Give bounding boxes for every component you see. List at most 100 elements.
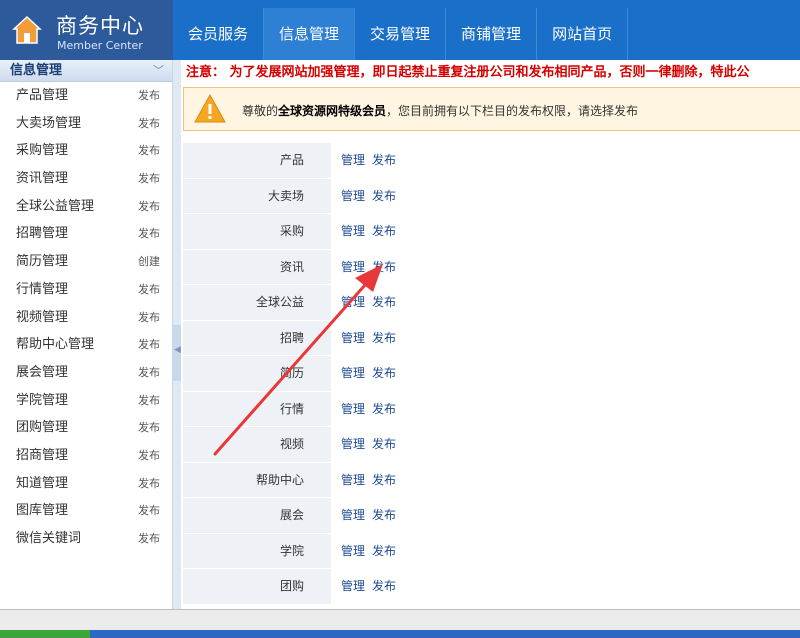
manage-link[interactable]: 管理 — [341, 224, 365, 238]
row-actions: 管理 发布 — [331, 320, 799, 355]
sidebar-item-label: 帮助中心管理 — [16, 337, 95, 353]
sidebar-item-action-link[interactable]: 发布 — [138, 82, 160, 110]
sidebar-item[interactable]: 大卖场管理 发布 — [0, 110, 172, 138]
publish-link[interactable]: 发布 — [372, 402, 396, 416]
chevron-left-icon: ◀ — [174, 345, 181, 355]
sidebar-item[interactable]: 图库管理 发布 — [0, 497, 172, 525]
category-label: 招聘 — [183, 320, 331, 355]
category-label: 全球公益 — [183, 285, 331, 320]
manage-link[interactable]: 管理 — [341, 366, 365, 380]
sidebar-item-action-link[interactable]: 发布 — [138, 359, 160, 387]
manage-link[interactable]: 管理 — [341, 579, 365, 593]
sidebar-item-action-link[interactable]: 发布 — [138, 442, 160, 470]
sidebar-item-action-link[interactable]: 发布 — [138, 110, 160, 138]
manage-link[interactable]: 管理 — [341, 544, 365, 558]
sidebar-item-label: 展会管理 — [16, 364, 69, 380]
manage-link[interactable]: 管理 — [341, 153, 365, 167]
publish-grid: 产品 管理 发布 大卖场 管理 发布 采购 管理 发布 资讯 管理 发布 全球公益 管理 发布 招聘 管理 发布简… — [183, 143, 799, 605]
sidebar-item-label: 微信关键词 — [16, 531, 82, 546]
sidebar-item[interactable]: 全球公益管理 发布 — [0, 193, 172, 221]
sidebar-item-action-link[interactable]: 发布 — [138, 525, 160, 553]
manage-link[interactable]: 管理 — [341, 437, 365, 451]
sidebar-item[interactable]: 资讯管理 发布 — [0, 165, 172, 193]
row-actions: 管理 发布 — [331, 214, 799, 249]
sidebar-item-action-link[interactable]: 发布 — [138, 387, 160, 415]
sidebar-item-label: 产品管理 — [16, 88, 69, 103]
sidebar-item-action-link[interactable]: 发布 — [138, 193, 160, 221]
nav-member-service[interactable]: 会员服务 — [173, 8, 265, 60]
sidebar-item-action-link[interactable]: 发布 — [138, 276, 160, 304]
sidebar-item-label: 简历管理 — [16, 254, 69, 270]
publish-row: 团购 管理 发布 — [183, 569, 799, 605]
sidebar-item[interactable]: 学院管理 发布 — [0, 387, 172, 415]
main-nav: 会员服务 信息管理 交易管理 商铺管理 网站首页 — [173, 8, 629, 60]
sidebar-item-label: 采购管理 — [16, 143, 69, 159]
sidebar-item-action-link[interactable]: 创建 — [138, 248, 160, 276]
publish-row: 大卖场 管理 发布 — [183, 178, 799, 214]
sidebar-item[interactable]: 展会管理 发布 — [0, 359, 172, 387]
category-label: 学院 — [183, 533, 331, 568]
permission-alert: 尊敬的全球资源网特级会员，您目前拥有以下栏目的发布权限，请选择发布 — [183, 87, 800, 131]
sidebar-collapse-handle[interactable]: ◀ — [173, 325, 181, 381]
logo-block[interactable]: 商务中心 Member Center — [0, 0, 173, 60]
sidebar-item-action-link[interactable]: 发布 — [138, 137, 160, 165]
sidebar-item[interactable]: 微信关键词 发布 — [0, 525, 172, 553]
sidebar-item[interactable]: 招商管理 发布 — [0, 442, 172, 470]
manage-link[interactable]: 管理 — [341, 402, 365, 416]
sidebar-item-action-link[interactable]: 发布 — [138, 470, 160, 498]
manage-link[interactable]: 管理 — [341, 473, 365, 487]
sidebar-heading[interactable]: 信息管理 ﹀ — [0, 60, 172, 82]
sidebar-item-action-link[interactable]: 发布 — [138, 220, 160, 248]
publish-link[interactable]: 发布 — [372, 295, 396, 309]
publish-link[interactable]: 发布 — [372, 224, 396, 238]
sidebar-item[interactable]: 知道管理 发布 — [0, 470, 172, 498]
sidebar-item-action-link[interactable]: 发布 — [138, 304, 160, 332]
category-label: 产品 — [183, 143, 331, 178]
manage-link[interactable]: 管理 — [341, 295, 365, 309]
manage-link[interactable]: 管理 — [341, 189, 365, 203]
chevron-down-icon[interactable]: ﹀ — [153, 60, 164, 82]
publish-link[interactable]: 发布 — [372, 579, 396, 593]
sidebar-item[interactable]: 行情管理 发布 — [0, 276, 172, 304]
sidebar-item[interactable]: 招聘管理 发布 — [0, 220, 172, 248]
sidebar-item[interactable]: 团购管理 发布 — [0, 414, 172, 442]
sidebar-item-action-link[interactable]: 发布 — [138, 165, 160, 193]
manage-link[interactable]: 管理 — [341, 331, 365, 345]
taskbar-start[interactable] — [0, 630, 90, 638]
sidebar-item[interactable]: 帮助中心管理 发布 — [0, 331, 172, 359]
publish-link[interactable]: 发布 — [372, 473, 396, 487]
center-subtitle: Member Center — [57, 39, 143, 52]
sidebar-item[interactable]: 视频管理 发布 — [0, 304, 172, 332]
row-actions: 管理 发布 — [331, 249, 799, 284]
publish-link[interactable]: 发布 — [372, 331, 396, 345]
nav-site-home[interactable]: 网站首页 — [537, 8, 629, 60]
category-label: 展会 — [183, 498, 331, 533]
publish-link[interactable]: 发布 — [372, 508, 396, 522]
row-actions: 管理 发布 — [331, 285, 799, 320]
publish-link[interactable]: 发布 — [372, 437, 396, 451]
taskbar — [0, 630, 800, 638]
sidebar-item-action-link[interactable]: 发布 — [138, 497, 160, 525]
sidebar-item-label: 资讯管理 — [16, 171, 69, 187]
publish-link[interactable]: 发布 — [372, 189, 396, 203]
alert-message: 尊敬的全球资源网特级会员，您目前拥有以下栏目的发布权限，请选择发布 — [242, 104, 639, 118]
warning-icon — [194, 93, 226, 123]
row-actions: 管理 发布 — [331, 569, 799, 604]
manage-link[interactable]: 管理 — [341, 508, 365, 522]
manage-link[interactable]: 管理 — [341, 260, 365, 274]
publish-link[interactable]: 发布 — [372, 260, 396, 274]
category-label: 资讯 — [183, 249, 331, 284]
sidebar-item-label: 图库管理 — [16, 503, 69, 519]
publish-row: 视频 管理 发布 — [183, 427, 799, 463]
publish-link[interactable]: 发布 — [372, 153, 396, 167]
publish-link[interactable]: 发布 — [372, 366, 396, 380]
nav-trade-management[interactable]: 交易管理 — [355, 8, 447, 60]
sidebar-item[interactable]: 产品管理 发布 — [0, 82, 172, 110]
nav-info-management[interactable]: 信息管理 — [264, 8, 356, 60]
nav-shop-management[interactable]: 商铺管理 — [446, 8, 538, 60]
sidebar-item[interactable]: 采购管理 发布 — [0, 137, 172, 165]
sidebar-item[interactable]: 简历管理 创建 — [0, 248, 172, 276]
sidebar-item-action-link[interactable]: 发布 — [138, 414, 160, 442]
publish-link[interactable]: 发布 — [372, 544, 396, 558]
sidebar-item-action-link[interactable]: 发布 — [138, 331, 160, 359]
